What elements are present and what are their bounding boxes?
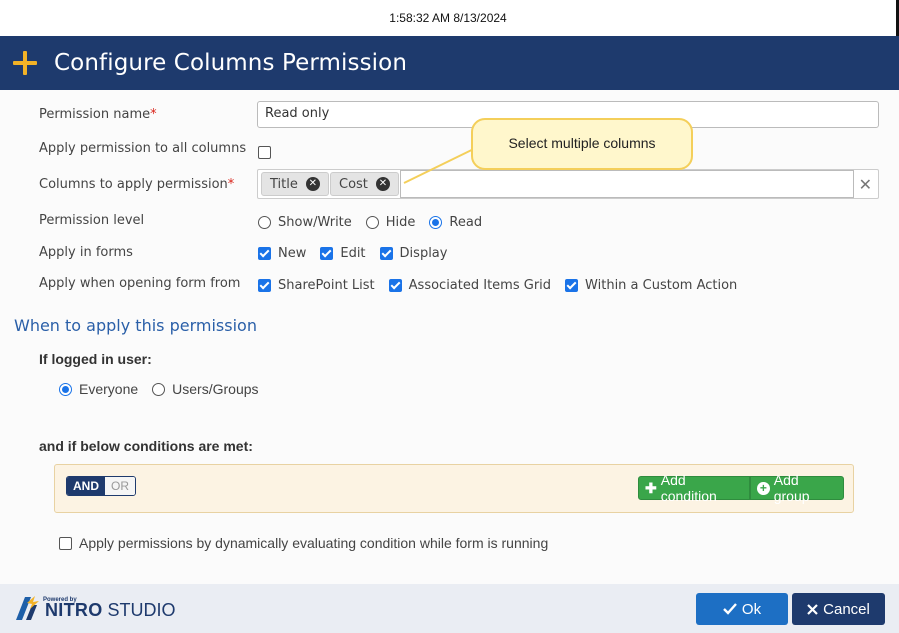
logged-in-label: If logged in user: [39, 351, 152, 367]
dialog-footer: Powered by NITRO STUDIO Ok Cancel [0, 584, 899, 633]
ok-button[interactable]: Ok [696, 593, 788, 625]
remove-tag-icon[interactable]: ✕ [305, 177, 320, 191]
permission-level-label: Permission level [39, 213, 145, 228]
checkbox-associated-items-grid[interactable]: Associated Items Grid [388, 278, 551, 293]
logo-nitro: NITRO [45, 600, 103, 620]
columns-label: Columns to apply permission* [39, 177, 235, 192]
radio-users-groups[interactable]: Users/Groups [152, 381, 259, 397]
close-icon [807, 603, 818, 615]
add-condition-button[interactable]: ✚ Add condition [638, 472, 750, 504]
timestamp: 1:58:32 AM 8/13/2024 [389, 11, 507, 25]
conditions-builder: AND OR ✚ Add condition + Add group [54, 464, 854, 513]
apply-when-opening-group: SharePoint List Associated Items Grid Wi… [258, 278, 737, 293]
checkmark-icon [723, 603, 737, 615]
add-group-button[interactable]: + Add group [750, 472, 844, 504]
user-radio-group: Everyone Users/Groups [59, 381, 259, 397]
and-or-toggle: AND OR [66, 476, 136, 496]
powered-by-text: Powered by [43, 597, 77, 603]
apply-in-forms-label: Apply in forms [39, 245, 133, 260]
checkbox-new[interactable]: New [258, 246, 306, 261]
cancel-button[interactable]: Cancel [792, 593, 885, 625]
section-title: When to apply this permission [14, 316, 257, 335]
remove-tag-icon[interactable]: ✕ [375, 177, 390, 191]
checkbox-display[interactable]: Display [379, 246, 447, 261]
apply-all-label: Apply permission to all columns [39, 141, 247, 156]
dynamic-evaluation-option[interactable]: Apply permissions by dynamically evaluat… [59, 535, 548, 551]
clear-icon[interactable]: ✕ [859, 175, 872, 195]
columns-multiselect[interactable]: Title ✕ Cost ✕ ✕ [257, 169, 879, 199]
nitro-studio-logo: Powered by NITRO STUDIO [15, 595, 176, 621]
column-tag-cost: Cost ✕ [330, 172, 399, 196]
checkbox-within-custom-action[interactable]: Within a Custom Action [565, 278, 737, 293]
clock-bar: 1:58:32 AM 8/13/2024 [0, 0, 899, 36]
plus-circle-icon: + [757, 481, 770, 495]
logo-studio: STUDIO [107, 600, 176, 620]
tooltip-callout: Select multiple columns [471, 118, 693, 170]
permission-name-label: Permission name* [39, 107, 157, 122]
plus-icon: ✚ [645, 479, 657, 496]
column-tag-title: Title ✕ [261, 172, 329, 196]
plus-icon [13, 50, 39, 76]
apply-all-checkbox[interactable] [258, 146, 271, 159]
apply-when-opening-label: Apply when opening form from [39, 276, 241, 291]
and-button[interactable]: AND [67, 477, 105, 495]
radio-read[interactable]: Read [429, 215, 482, 230]
or-button[interactable]: OR [105, 477, 135, 495]
dialog-title: Configure Columns Permission [54, 50, 408, 76]
nitro-logo-icon [16, 596, 39, 620]
apply-in-forms-group: New Edit Display [258, 246, 447, 261]
radio-everyone[interactable]: Everyone [59, 381, 138, 397]
checkbox-sharepoint-list[interactable]: SharePoint List [258, 278, 375, 293]
checkbox-edit[interactable]: Edit [320, 246, 366, 261]
dialog-body: Permission name* Read only Apply permiss… [0, 90, 899, 584]
permission-level-radio-group: Show/Write Hide Read [258, 215, 482, 230]
dialog-header: Configure Columns Permission [0, 36, 899, 90]
conditions-label: and if below conditions are met: [39, 438, 253, 454]
radio-hide[interactable]: Hide [365, 215, 415, 230]
radio-show-write[interactable]: Show/Write [258, 215, 352, 230]
